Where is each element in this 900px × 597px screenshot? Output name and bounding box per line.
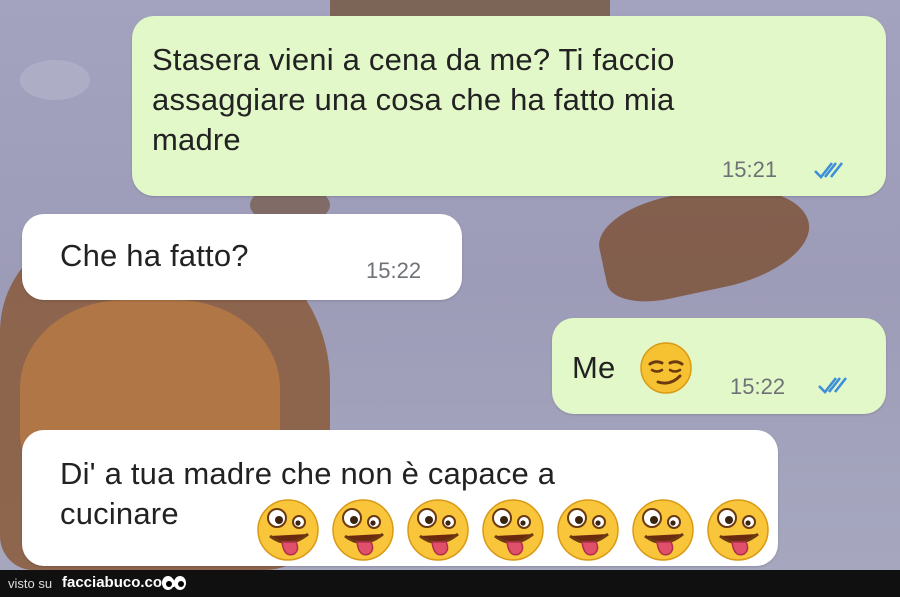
message-bubble-incoming[interactable]: Di' a tua madre che non è capace a cucin… — [22, 430, 778, 566]
message-time: 15:21 — [722, 157, 778, 182]
read-ticks-icon — [814, 162, 844, 179]
message-text-line: madre — [152, 122, 241, 157]
message-text: Che ha fatto? — [60, 238, 249, 273]
message-bubble-outgoing[interactable]: Stasera vieni a cena da me? Ti faccio as… — [132, 16, 886, 196]
read-ticks-icon — [818, 377, 848, 394]
background-shape — [20, 60, 90, 100]
message-bubble-incoming[interactable]: Che ha fatto? 15:22 — [22, 214, 462, 300]
message-bubble-outgoing[interactable]: Me 15:22 — [552, 318, 886, 414]
message-time: 15:22 — [366, 258, 422, 283]
message-text: Me — [572, 350, 616, 385]
eyes-logo-icon — [162, 576, 186, 590]
zany-face-icon — [707, 499, 769, 561]
zany-face-icon — [482, 499, 544, 561]
message-text-line: Stasera vieni a cena da me? Ti faccio — [152, 42, 675, 77]
zany-face-icon — [557, 499, 619, 561]
footer-site-link[interactable]: facciabuco.com — [62, 574, 175, 591]
zany-face-icon — [632, 499, 694, 561]
zany-face-icon — [407, 499, 469, 561]
emoji-row — [254, 496, 774, 566]
message-text-line: assaggiare una cosa che ha fatto mia — [152, 82, 675, 117]
footer-prefix: visto su — [8, 576, 53, 591]
message-text-line: Di' a tua madre che non è capace a — [60, 456, 556, 491]
zany-face-icon — [332, 499, 394, 561]
message-time: 15:22 — [730, 374, 786, 399]
footer-bar: visto su facciabuco.com — [0, 570, 900, 597]
zany-face-icon — [257, 499, 319, 561]
smirking-face-icon — [640, 342, 692, 394]
